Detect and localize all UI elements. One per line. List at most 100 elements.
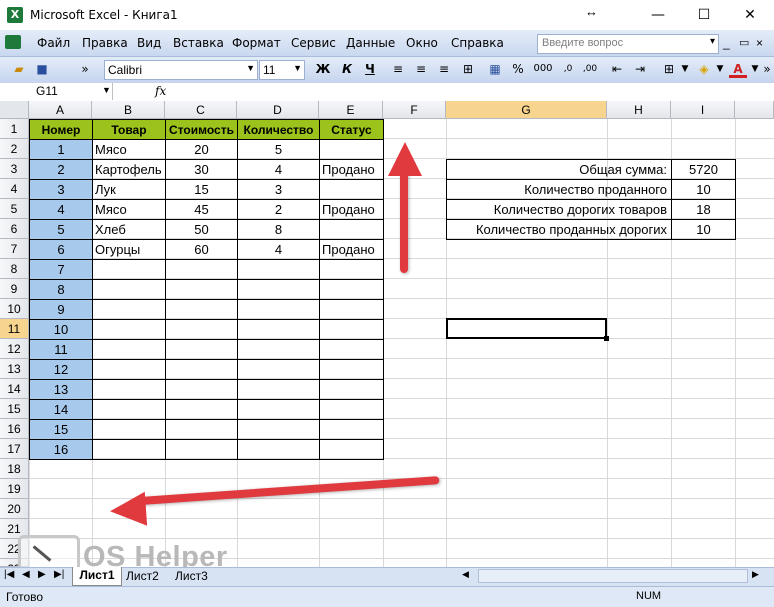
horizontal-scrollbar[interactable]: [478, 569, 748, 583]
table-cell[interactable]: [319, 419, 384, 440]
table-cell[interactable]: Хлеб: [92, 219, 166, 240]
column-header-extra[interactable]: [735, 101, 774, 119]
table-cell[interactable]: [165, 319, 238, 340]
workbook-icon[interactable]: [5, 35, 21, 49]
table-cell[interactable]: 2: [237, 199, 320, 220]
row-number-cell[interactable]: 11: [29, 339, 93, 360]
bold-button[interactable]: Ж: [314, 60, 332, 78]
sheet-tab-3[interactable]: Лист3: [175, 569, 208, 583]
table-cell[interactable]: Мясо: [92, 139, 166, 160]
summary-label[interactable]: Общая сумма:: [446, 159, 671, 180]
row-number-cell[interactable]: 1: [29, 139, 93, 160]
chevron-down-icon[interactable]: ▼: [711, 60, 729, 78]
save-icon[interactable]: ■: [33, 60, 51, 78]
menu-tools[interactable]: Сервис: [291, 36, 336, 50]
align-left-icon[interactable]: ≡: [389, 60, 407, 78]
chevron-down-icon[interactable]: ▼: [246, 63, 255, 73]
row-header-4[interactable]: 4: [0, 179, 29, 199]
column-header-a[interactable]: A: [29, 101, 92, 119]
table-cell[interactable]: [237, 339, 320, 360]
row-header-13[interactable]: 13: [0, 359, 29, 379]
row-header-5[interactable]: 5: [0, 199, 29, 219]
table-header-cell[interactable]: Товар: [92, 119, 166, 140]
name-box[interactable]: G11 ▼: [2, 83, 113, 100]
table-cell[interactable]: Продано: [319, 159, 384, 180]
row-header-7[interactable]: 7: [0, 239, 29, 259]
column-header-e[interactable]: E: [319, 101, 383, 119]
menu-format[interactable]: Формат: [232, 36, 281, 50]
row-number-cell[interactable]: 14: [29, 399, 93, 420]
thousands-button[interactable]: 000: [532, 60, 554, 78]
font-color-button[interactable]: A: [729, 60, 747, 78]
sheet-tab-2[interactable]: Лист2: [126, 569, 159, 583]
table-cell[interactable]: [237, 259, 320, 280]
table-cell[interactable]: [92, 439, 166, 460]
table-cell[interactable]: [237, 319, 320, 340]
table-cell[interactable]: 8: [237, 219, 320, 240]
table-cell[interactable]: Продано: [319, 239, 384, 260]
menu-file[interactable]: Файл: [37, 36, 70, 50]
table-cell[interactable]: [319, 139, 384, 160]
maximize-button[interactable]: ☐: [681, 0, 727, 30]
row-header-15[interactable]: 15: [0, 399, 29, 419]
prev-sheet-icon[interactable]: ◀: [22, 569, 30, 580]
table-cell[interactable]: 15: [165, 179, 238, 200]
row-number-cell[interactable]: 7: [29, 259, 93, 280]
table-cell[interactable]: [92, 379, 166, 400]
table-cell[interactable]: [319, 439, 384, 460]
row-header-20[interactable]: 20: [0, 499, 29, 519]
row-number-cell[interactable]: 15: [29, 419, 93, 440]
summary-value[interactable]: 10: [671, 219, 736, 240]
summary-label[interactable]: Количество проданного: [446, 179, 671, 200]
row-number-cell[interactable]: 3: [29, 179, 93, 200]
table-cell[interactable]: [92, 279, 166, 300]
decrease-decimal-icon[interactable]: ,00: [581, 60, 599, 78]
increase-indent-icon[interactable]: ⇥: [631, 60, 649, 78]
table-cell[interactable]: [237, 439, 320, 460]
font-size-combo[interactable]: 11 ▼: [259, 60, 305, 80]
select-all-corner[interactable]: [0, 101, 29, 119]
column-header-h[interactable]: H: [607, 101, 671, 119]
row-header-17[interactable]: 17: [0, 439, 29, 459]
table-cell[interactable]: [165, 259, 238, 280]
table-cell[interactable]: [92, 399, 166, 420]
insert-function-icon[interactable]: fx: [155, 84, 166, 98]
table-cell[interactable]: 30: [165, 159, 238, 180]
minimize-button[interactable]: —: [635, 0, 681, 30]
row-header-16[interactable]: 16: [0, 419, 29, 439]
row-header-1[interactable]: 1: [0, 119, 29, 139]
decrease-indent-icon[interactable]: ⇤: [608, 60, 626, 78]
table-cell[interactable]: [165, 279, 238, 300]
table-cell[interactable]: [237, 299, 320, 320]
menu-edit[interactable]: Правка: [82, 36, 128, 50]
menu-insert[interactable]: Вставка: [173, 36, 224, 50]
summary-value[interactable]: 18: [671, 199, 736, 220]
table-cell[interactable]: [165, 359, 238, 380]
italic-button[interactable]: К: [338, 60, 356, 78]
formula-bar[interactable]: [0, 83, 774, 102]
table-cell[interactable]: Огурцы: [92, 239, 166, 260]
doc-close-button[interactable]: ×: [756, 36, 763, 50]
scroll-right-icon[interactable]: ▶: [752, 569, 762, 583]
row-header-6[interactable]: 6: [0, 219, 29, 239]
align-right-icon[interactable]: ≡: [435, 60, 453, 78]
table-cell[interactable]: [165, 379, 238, 400]
table-header-cell[interactable]: Стоимость: [165, 119, 238, 140]
row-number-cell[interactable]: 12: [29, 359, 93, 380]
table-cell[interactable]: [319, 279, 384, 300]
sheet-tab-1[interactable]: Лист1: [72, 567, 122, 586]
table-cell[interactable]: [319, 319, 384, 340]
column-header-f[interactable]: F: [383, 101, 446, 119]
table-cell[interactable]: 60: [165, 239, 238, 260]
table-cell[interactable]: [165, 339, 238, 360]
table-cell[interactable]: [237, 359, 320, 380]
fill-handle[interactable]: [604, 336, 609, 341]
percent-button[interactable]: %: [509, 60, 527, 78]
table-cell[interactable]: 4: [237, 159, 320, 180]
first-sheet-icon[interactable]: |◀: [4, 569, 14, 580]
row-header-8[interactable]: 8: [0, 259, 29, 279]
table-cell[interactable]: [319, 379, 384, 400]
next-sheet-icon[interactable]: ▶: [38, 569, 46, 580]
row-number-cell[interactable]: 8: [29, 279, 93, 300]
menu-help[interactable]: Справка: [451, 36, 504, 50]
